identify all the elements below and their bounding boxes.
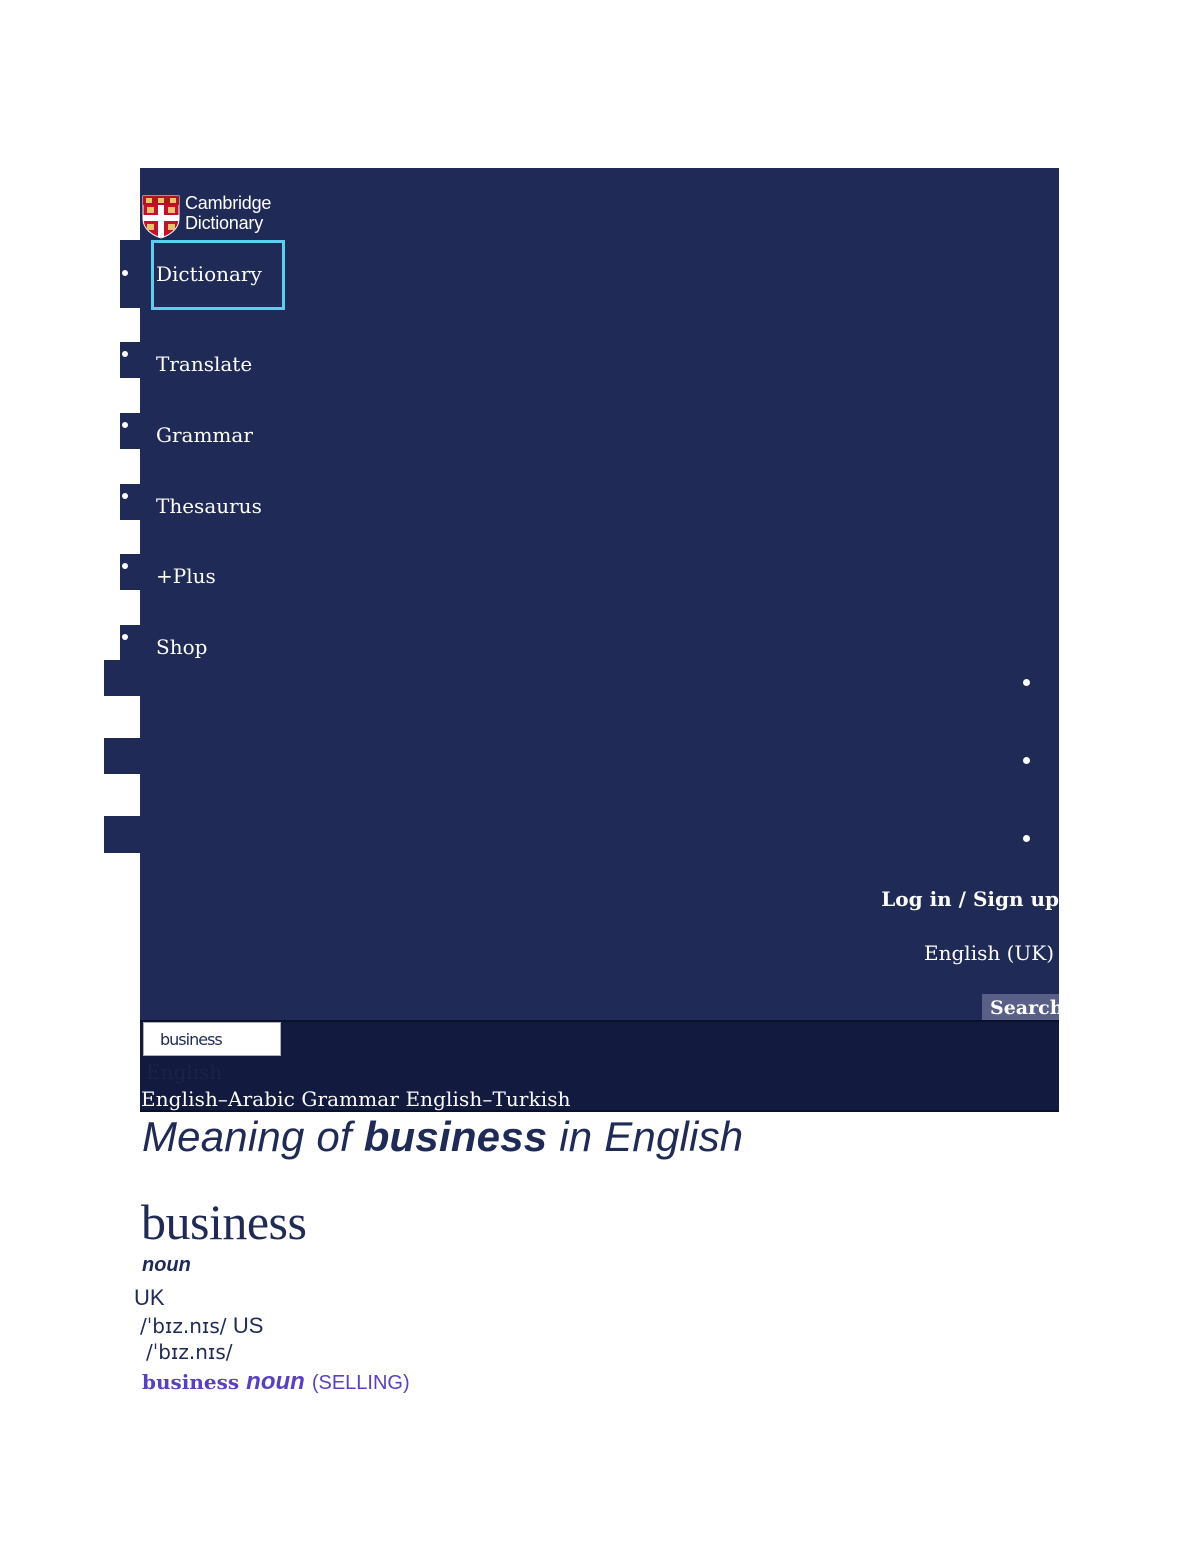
sense-pos: noun xyxy=(246,1368,305,1395)
nav-translate[interactable]: Translate xyxy=(156,352,252,376)
side-block-3 xyxy=(104,816,140,853)
sense-header: business noun (SELLING) xyxy=(142,1368,410,1396)
search-input[interactable] xyxy=(143,1022,281,1056)
bullet-icon xyxy=(122,563,128,569)
us-label: US xyxy=(232,1313,264,1338)
sense-word: business xyxy=(142,1370,240,1394)
logo-line-1: Cambridge xyxy=(185,193,272,213)
side-block-1 xyxy=(104,660,140,696)
nav-grammar[interactable]: Grammar xyxy=(156,423,253,447)
bullet-icon xyxy=(122,351,128,357)
nav-bullet-block-grammar xyxy=(120,413,156,449)
nav-thesaurus[interactable]: Thesaurus xyxy=(156,494,262,518)
quick-links: English–Arabic Grammar English–Turkish xyxy=(141,1087,571,1111)
bullet-icon xyxy=(122,422,128,428)
uk-label: UK xyxy=(134,1285,165,1310)
nav-bullet-block-thesaurus xyxy=(120,484,156,520)
uk-region-label: UK xyxy=(134,1285,165,1311)
page-title: Meaning of business in English xyxy=(142,1113,743,1161)
uk-pronunciation: /ˈbɪz.nɪs/ US xyxy=(140,1313,263,1339)
title-prefix: Meaning of xyxy=(142,1113,352,1160)
logo-wordmark: Cambridge Dictionary xyxy=(185,193,271,233)
bullet-icon xyxy=(1023,835,1030,842)
quick-link-english-turkish[interactable]: English–Turkish xyxy=(405,1087,570,1111)
bullet-icon xyxy=(122,493,128,499)
logo-line-2: Dictionary xyxy=(185,213,264,233)
part-of-speech: noun xyxy=(142,1254,191,1276)
language-selector[interactable]: English (UK) xyxy=(924,941,1054,965)
nav-plus[interactable]: +Plus xyxy=(156,564,216,588)
cambridge-logo[interactable]: Cambridge Dictionary xyxy=(142,193,284,241)
search-button[interactable]: Search xyxy=(982,994,1059,1020)
nav-bullet-block-shop xyxy=(120,625,156,661)
nav-dictionary[interactable]: Dictionary xyxy=(156,262,262,286)
dataset-selector[interactable]: English xyxy=(146,1060,222,1084)
title-suffix: in English xyxy=(559,1113,744,1160)
bullet-icon xyxy=(122,270,128,276)
uk-ipa: /ˈbɪz.nɪs/ xyxy=(140,1314,227,1338)
cambridge-shield-icon xyxy=(142,195,180,239)
quick-link-english-arabic[interactable]: English–Arabic xyxy=(141,1087,295,1111)
sense-guide-text: SELLING xyxy=(318,1372,403,1394)
us-ipa: /ˈbɪz.nɪs/ xyxy=(146,1340,233,1364)
nav-bullet-block-translate xyxy=(120,342,156,378)
login-signup-link[interactable]: Log in / Sign up xyxy=(881,887,1059,911)
side-block-2 xyxy=(104,738,140,774)
title-word: business xyxy=(363,1113,548,1160)
sense-guideword: (SELLING) xyxy=(311,1372,410,1394)
nav-bullet-block-plus xyxy=(120,554,156,590)
nav-shop[interactable]: Shop xyxy=(156,635,207,659)
bullet-icon xyxy=(122,634,128,640)
headword: business xyxy=(141,1194,307,1250)
bullet-icon xyxy=(1023,679,1030,686)
bullet-icon xyxy=(1023,757,1030,764)
us-pronunciation: /ˈbɪz.nɪs/ xyxy=(146,1340,232,1364)
quick-link-grammar[interactable]: Grammar xyxy=(301,1087,399,1111)
